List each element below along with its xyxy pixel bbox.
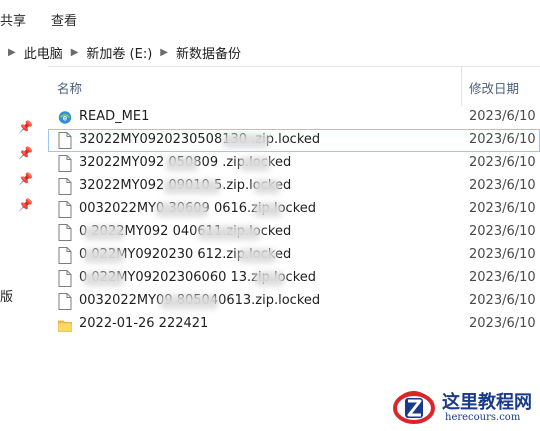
file-name: READ_ME1 — [79, 109, 150, 124]
redaction-blur — [238, 249, 276, 263]
pin-icon[interactable]: 📌 — [18, 120, 33, 134]
redaction-blur — [160, 295, 218, 309]
redaction-blur — [164, 180, 220, 194]
watermark: 这里教程网 herecours.com — [390, 384, 540, 431]
column-date-header[interactable]: 修改日期 — [469, 78, 519, 97]
file-icon — [58, 270, 72, 287]
file-icon — [58, 293, 72, 310]
file-icon — [58, 178, 72, 195]
redaction-blur — [223, 134, 269, 148]
breadcrumb-drive-e[interactable]: 新加卷 (E:) — [86, 43, 152, 62]
column-divider[interactable] — [461, 66, 462, 106]
file-row[interactable]: 0 2022MY092 040611.zip.locked 2023/6/10 — [48, 221, 540, 244]
file-date: 2023/6/10 — [469, 132, 536, 147]
navigation-pane: 📌 📌 📌 📌 版 — [0, 66, 48, 431]
folder-row[interactable]: 2022-01-26 222421 2023/6/10 — [48, 313, 540, 336]
file-date: 2023/6/10 — [469, 316, 536, 331]
file-row[interactable]: 32022MY092 050809 .zip.locked 2023/6/10 — [48, 152, 540, 175]
redaction-blur — [254, 180, 280, 194]
breadcrumb-this-pc[interactable]: 此电脑 — [24, 43, 63, 62]
chevron-right-icon: ▶ — [8, 46, 16, 58]
file-row[interactable]: 32022MY0920230508130 .zip.locked 2023/6/… — [48, 129, 540, 152]
column-header: 名称 修改日期 — [48, 66, 540, 106]
tab-share[interactable]: 共享 — [0, 10, 26, 29]
folder-name: 2022-01-26 222421 — [79, 316, 209, 331]
file-date: 2023/6/10 — [469, 224, 536, 239]
sidebar-item-label[interactable]: 版 — [0, 286, 13, 305]
redaction-blur — [166, 157, 198, 171]
html-file-icon: e — [58, 111, 72, 124]
redaction-blur — [156, 203, 208, 217]
pin-icon[interactable]: 📌 — [18, 172, 33, 186]
file-date: 2023/6/10 — [469, 247, 536, 262]
redaction-blur — [84, 226, 124, 240]
file-row[interactable]: e READ_ME1 2023/6/10 — [48, 106, 540, 129]
column-name-header[interactable]: 名称 — [57, 78, 82, 97]
pin-icon[interactable]: 📌 — [18, 146, 33, 160]
file-icon — [58, 155, 72, 172]
file-icon — [58, 201, 72, 218]
file-date: 2023/6/10 — [469, 293, 536, 308]
chevron-right-icon: ▶ — [160, 46, 168, 58]
watermark-logo-icon — [393, 391, 435, 424]
breadcrumb-backup-folder[interactable]: 新数据备份 — [176, 43, 241, 62]
redaction-blur — [84, 272, 124, 286]
file-row[interactable]: 0 022MY0920230 612.zip.locked 2023/6/10 — [48, 244, 540, 267]
file-icon — [58, 247, 72, 264]
tab-view[interactable]: 查看 — [51, 10, 77, 29]
redaction-blur — [254, 272, 284, 286]
ribbon: 共享 查看 — [0, 0, 540, 39]
redaction-blur — [254, 203, 282, 217]
file-icon — [58, 224, 72, 241]
watermark-url: herecours.com — [445, 412, 521, 423]
file-row[interactable]: 32022MY092 09010 5.zip.locked 2023/6/10 — [48, 175, 540, 198]
redaction-blur — [240, 157, 270, 171]
file-name: 32022MY0920230508130 .zip.locked — [79, 132, 321, 147]
file-date: 2023/6/10 — [469, 178, 536, 193]
file-date: 2023/6/10 — [469, 270, 536, 285]
chevron-right-icon: ▶ — [70, 46, 79, 58]
watermark-title: 这里教程网 — [442, 392, 532, 413]
file-date: 2023/6/10 — [469, 201, 536, 216]
file-list: e READ_ME1 2023/6/10 32022MY092023050813… — [48, 106, 540, 336]
file-row[interactable]: 0032022MY09 805040613.zip.locked 2023/6/… — [48, 290, 540, 313]
redaction-blur — [84, 249, 124, 263]
address-bar[interactable]: ▶ 此电脑 ▶ 新加卷 (E:) ▶ 新数据备份 — [0, 38, 540, 67]
file-date: 2023/6/10 — [469, 109, 536, 124]
redaction-blur — [198, 226, 260, 240]
file-icon — [58, 132, 72, 149]
file-date: 2023/6/10 — [469, 155, 536, 170]
svg-text:e: e — [63, 114, 68, 123]
pin-icon[interactable]: 📌 — [18, 198, 33, 212]
file-row[interactable]: 0 022MY09202306060 13.zip.locked 2023/6/… — [48, 267, 540, 290]
folder-icon — [58, 320, 72, 332]
file-row[interactable]: 0032022MY0 30609 0616.zip.locked 2023/6/… — [48, 198, 540, 221]
